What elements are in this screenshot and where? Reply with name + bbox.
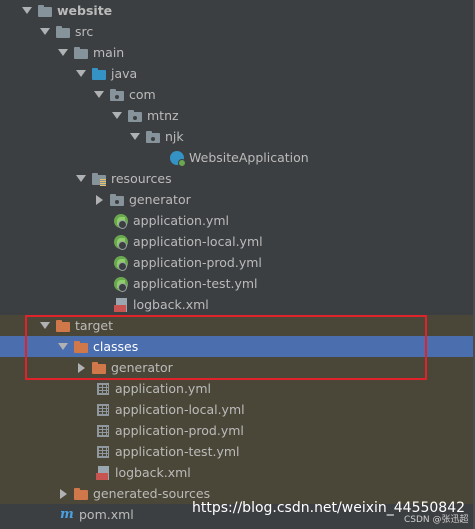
project-tree-panel: website src main java com mtnz njk Websi… — [0, 0, 473, 529]
yml-file-icon — [95, 444, 111, 460]
collapse-arrow-icon[interactable] — [74, 63, 88, 84]
spring-boot-class-icon — [169, 150, 186, 167]
yml-file-icon — [95, 423, 111, 439]
maven-icon: m — [60, 506, 74, 522]
tree-node-label: target — [75, 318, 114, 333]
tree-node-label: njk — [165, 129, 184, 144]
collapse-arrow-icon[interactable] — [128, 126, 142, 147]
tree-node-label: classes — [93, 339, 139, 354]
package-icon — [109, 87, 125, 103]
spring-config-icon — [113, 255, 129, 271]
tree-node-target-application-test-yml[interactable]: application-test.yml — [0, 441, 473, 462]
tree-node-src[interactable]: src — [0, 21, 473, 42]
collapse-arrow-icon[interactable] — [38, 21, 52, 42]
yml-file-icon — [95, 402, 111, 418]
tree-node-target-application-yml[interactable]: application.yml — [0, 378, 473, 399]
collapse-arrow-icon[interactable] — [38, 315, 52, 336]
tree-node-label: logback.xml — [133, 297, 209, 312]
tree-node-label: com — [129, 87, 156, 102]
excluded-folder-icon — [73, 339, 89, 355]
tree-node-label: generator — [111, 360, 173, 375]
expand-arrow-icon[interactable] — [92, 189, 106, 210]
collapse-arrow-icon[interactable] — [92, 84, 106, 105]
tree-node-resources-generator[interactable]: generator — [0, 189, 473, 210]
tree-node-label: WebsiteApplication — [189, 150, 309, 165]
excluded-folder-icon — [55, 318, 71, 334]
collapse-arrow-icon[interactable] — [20, 0, 34, 21]
tree-node-label: application.yml — [133, 213, 229, 228]
tree-node-website-application[interactable]: WebsiteApplication — [0, 147, 473, 168]
tree-node-target-application-local-yml[interactable]: application-local.yml — [0, 399, 473, 420]
module-folder-icon — [37, 3, 53, 19]
tree-node-label: website — [57, 3, 113, 18]
spring-config-icon — [113, 234, 129, 250]
tree-node-njk[interactable]: njk — [0, 126, 473, 147]
tree-node-classes-generator[interactable]: generator — [0, 357, 473, 378]
collapse-arrow-icon[interactable] — [110, 105, 124, 126]
excluded-folder-icon — [73, 486, 89, 502]
tree-node-main[interactable]: main — [0, 42, 473, 63]
tree-node-classes[interactable]: classes — [0, 336, 473, 357]
tree-node-application-test-yml[interactable]: application-test.yml — [0, 273, 473, 294]
package-icon — [109, 192, 125, 208]
folder-icon — [73, 45, 89, 61]
expand-arrow-icon[interactable] — [74, 357, 88, 378]
tree-node-label: mtnz — [147, 108, 179, 123]
tree-node-label: application-test.yml — [133, 276, 258, 291]
package-icon — [145, 129, 161, 145]
tree-node-label: application-local.yml — [115, 402, 245, 417]
xml-file-icon — [95, 465, 111, 481]
tree-node-label: application-prod.yml — [115, 423, 244, 438]
tree-node-label: logback.xml — [115, 465, 191, 480]
tree-node-label: src — [75, 24, 94, 39]
tree-node-label: application.yml — [115, 381, 211, 396]
source-root-folder-icon — [91, 66, 107, 82]
tree-node-mtnz[interactable]: mtnz — [0, 105, 473, 126]
tree-node-website[interactable]: website — [0, 0, 473, 21]
tree-node-logback-xml[interactable]: logback.xml — [0, 294, 473, 315]
tree-node-label: main — [93, 45, 125, 60]
tree-node-resources[interactable]: resources — [0, 168, 473, 189]
watermark-site: CSDN @张迅超 — [404, 515, 469, 525]
tree-node-target[interactable]: target — [0, 315, 473, 336]
tree-node-label: generator — [129, 192, 191, 207]
expand-arrow-icon[interactable] — [56, 483, 70, 504]
tree-node-label: java — [111, 66, 138, 81]
xml-file-icon — [113, 297, 129, 313]
spring-config-icon — [113, 276, 129, 292]
tree-node-target-logback-xml[interactable]: logback.xml — [0, 462, 473, 483]
tree-node-application-local-yml[interactable]: application-local.yml — [0, 231, 473, 252]
tree-node-java[interactable]: java — [0, 63, 473, 84]
tree-node-label: application-test.yml — [115, 444, 240, 459]
tree-node-com[interactable]: com — [0, 84, 473, 105]
collapse-arrow-icon[interactable] — [56, 336, 70, 357]
excluded-folder-icon — [91, 360, 107, 376]
tree-node-label: application-local.yml — [133, 234, 263, 249]
tree-node-target-application-prod-yml[interactable]: application-prod.yml — [0, 420, 473, 441]
tree-node-application-yml[interactable]: application.yml — [0, 210, 473, 231]
tree-node-label: resources — [111, 171, 172, 186]
collapse-arrow-icon[interactable] — [56, 42, 70, 63]
tree-node-label: application-prod.yml — [133, 255, 262, 270]
resources-folder-icon — [91, 171, 107, 187]
yml-file-icon — [95, 381, 111, 397]
tree-node-label: pom.xml — [79, 507, 134, 522]
package-icon — [127, 108, 143, 124]
tree-node-application-prod-yml[interactable]: application-prod.yml — [0, 252, 473, 273]
folder-icon — [55, 24, 71, 40]
spring-config-icon — [113, 213, 129, 229]
collapse-arrow-icon[interactable] — [74, 168, 88, 189]
